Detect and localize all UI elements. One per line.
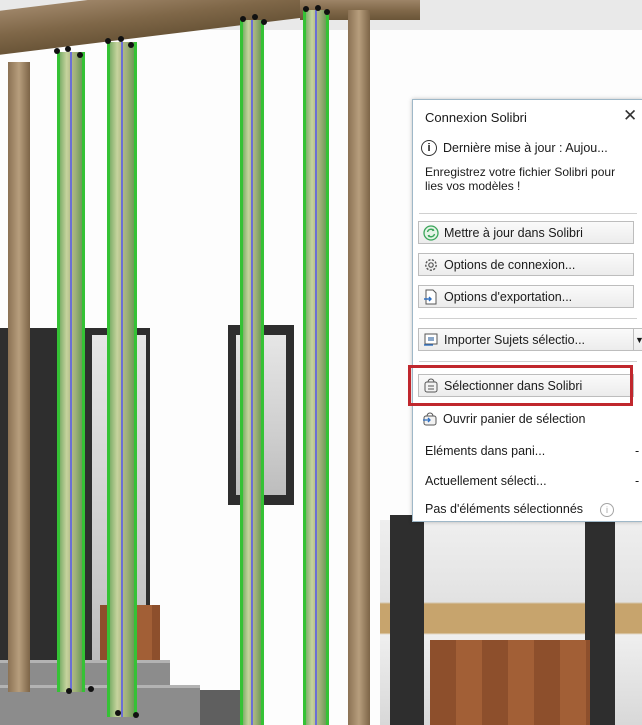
- hotspot[interactable]: [133, 712, 139, 718]
- wood-floor-right: [430, 640, 590, 725]
- hotspot[interactable]: [315, 5, 321, 11]
- hotspot[interactable]: [115, 710, 121, 716]
- import-icon: [423, 332, 439, 348]
- open-selection-basket-label: Ouvrir panier de sélection: [443, 411, 586, 426]
- basket-elements-value: -: [635, 444, 640, 458]
- import-subjects-button[interactable]: Importer Sujets sélectio...: [418, 328, 634, 351]
- info-icon: i: [421, 140, 437, 156]
- open-selection-basket-button[interactable]: Ouvrir panier de sélection: [418, 407, 634, 430]
- export-document-icon: [423, 289, 439, 305]
- palette-title: Connexion Solibri: [425, 110, 527, 125]
- basket-elements-label: Eléments dans pani...: [425, 444, 546, 458]
- import-dropdown-arrow[interactable]: ▼: [634, 328, 642, 351]
- highlight-box: [408, 365, 633, 406]
- update-in-solibri-button[interactable]: Mettre à jour dans Solibri: [418, 221, 634, 244]
- divider: [419, 318, 637, 319]
- hotspot[interactable]: [252, 14, 258, 20]
- selected-column-2[interactable]: [107, 42, 137, 717]
- divider: [419, 213, 637, 214]
- connection-options-label: Options de connexion...: [444, 257, 576, 272]
- connection-options-button[interactable]: Options de connexion...: [418, 253, 634, 276]
- glass-door-frame: [390, 515, 424, 725]
- export-options-button[interactable]: Options d'exportation...: [418, 285, 634, 308]
- currently-selected-value: -: [635, 474, 640, 488]
- refresh-icon: [423, 224, 439, 241]
- close-icon[interactable]: ✕: [623, 106, 637, 126]
- update-in-solibri-label: Mettre à jour dans Solibri: [444, 225, 583, 240]
- info-icon: i: [600, 503, 614, 517]
- no-selection-label: Pas d'éléments sélectionnés: [425, 502, 584, 516]
- solibri-connection-palette: Connexion Solibri ✕ i Dernière mise à jou…: [412, 99, 642, 522]
- hotspot[interactable]: [118, 36, 124, 42]
- hotspot[interactable]: [65, 46, 71, 52]
- selected-column-3[interactable]: [240, 20, 264, 725]
- wood-post-left: [8, 62, 30, 692]
- hotspot[interactable]: [303, 6, 309, 12]
- last-update-text: Dernière mise à jour : Aujou...: [443, 141, 608, 155]
- gear-icon: [423, 257, 439, 273]
- hotspot[interactable]: [324, 9, 330, 15]
- export-options-label: Options d'exportation...: [444, 289, 573, 304]
- divider: [419, 361, 637, 362]
- hotspot[interactable]: [88, 686, 94, 692]
- wood-post-right: [348, 10, 370, 725]
- selected-column-4[interactable]: [303, 10, 329, 725]
- currently-selected-label: Actuellement sélecti...: [425, 474, 547, 488]
- hotspot[interactable]: [105, 38, 111, 44]
- hotspot[interactable]: [240, 16, 246, 22]
- hotspot[interactable]: [128, 42, 134, 48]
- open-basket-icon: [422, 411, 438, 427]
- hotspot[interactable]: [77, 52, 83, 58]
- last-update-row: i Dernière mise à jour : Aujou...: [421, 140, 642, 156]
- stair-step-2: [0, 685, 200, 725]
- import-subjects-label: Importer Sujets sélectio...: [444, 332, 586, 347]
- register-message: Enregistrez votre fichier Solibri pour l…: [425, 165, 616, 193]
- hotspot[interactable]: [54, 48, 60, 54]
- selected-column-1[interactable]: [57, 52, 85, 692]
- hotspot[interactable]: [261, 19, 267, 25]
- hotspot[interactable]: [66, 688, 72, 694]
